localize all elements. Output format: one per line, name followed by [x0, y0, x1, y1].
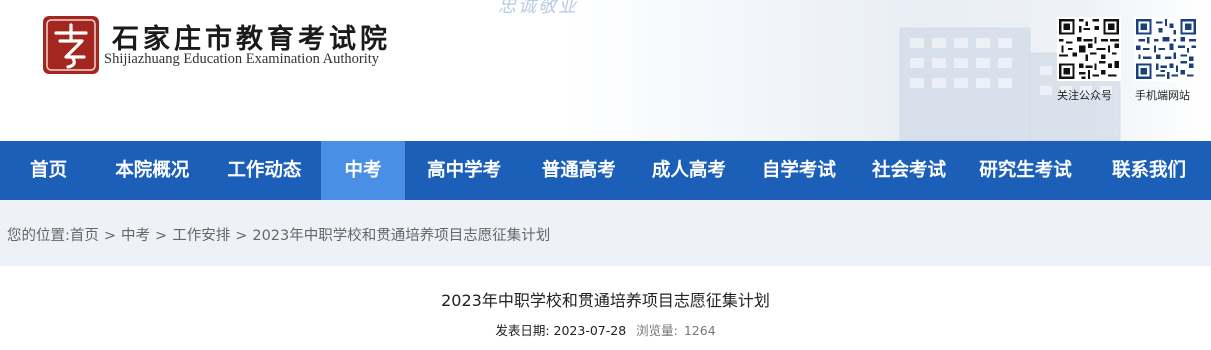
breadcrumb-separator: > — [235, 228, 248, 244]
nav-item-academic-test[interactable]: 高中学考 — [405, 141, 524, 200]
publish-date-label: 发表日期: — [495, 323, 550, 338]
breadcrumb-current: 2023年中职学校和贯通培养项目志愿征集计划 — [252, 228, 551, 244]
nav-item-contact[interactable]: 联系我们 — [1087, 141, 1211, 200]
nav-item-adult-exam[interactable]: 成人高考 — [634, 141, 744, 200]
view-count: 1264 — [683, 323, 716, 338]
header-slogan: 忠诚敬业 — [498, 0, 578, 17]
nav-item-self-study-exam[interactable]: 自学考试 — [744, 141, 854, 200]
nav-item-news[interactable]: 工作动态 — [207, 141, 321, 200]
breadcrumb-link-work-arrangement[interactable]: 工作安排 — [172, 228, 230, 244]
main-nav: 首页 本院概况 工作动态 中考 高中学考 普通高考 成人高考 自学考试 社会考试… — [0, 141, 1211, 200]
wechat-qr-code-icon — [1057, 17, 1121, 81]
breadcrumb-bar: 您的位置:首页 > 中考 > 工作安排 >2023年中职学校和贯通培养项目志愿征集计划 — [0, 200, 1211, 266]
nav-item-gaokao[interactable]: 普通高考 — [524, 141, 634, 200]
breadcrumb-prefix: 您的位置: — [7, 228, 70, 244]
nav-item-about[interactable]: 本院概况 — [97, 141, 207, 200]
article-meta: 发表日期: 2023-07-28 浏览量: 1264 — [0, 320, 1211, 339]
publish-date: 2023-07-28 — [553, 323, 627, 338]
breadcrumb: 您的位置:首页 > 中考 > 工作安排 >2023年中职学校和贯通培养项目志愿征集计划 — [7, 224, 550, 245]
site-logo-icon[interactable] — [42, 15, 100, 75]
nav-item-home[interactable]: 首页 — [0, 141, 97, 200]
breadcrumb-separator: > — [103, 228, 117, 244]
breadcrumb-link-home[interactable]: 首页 — [70, 228, 99, 244]
breadcrumb-separator: > — [155, 228, 168, 244]
site-header: 忠诚敬业 石家庄市教育考试院 Shijiazhuang Education Ex… — [0, 0, 1211, 141]
article-title: 2023年中职学校和贯通培养项目志愿征集计划 — [441, 291, 770, 310]
breadcrumb-link-zhongkao[interactable]: 中考 — [121, 228, 150, 244]
mobile-site-qr-code-icon — [1134, 17, 1198, 81]
nav-item-zhongkao[interactable]: 中考 — [321, 141, 405, 200]
nav-item-graduate-exam[interactable]: 研究生考试 — [964, 141, 1087, 200]
mobile-site-qr-label: 手机端网站 — [1135, 89, 1190, 102]
view-count-label: 浏览量: — [636, 323, 678, 338]
nav-item-social-exam[interactable]: 社会考试 — [854, 141, 964, 200]
wechat-qr-label: 关注公众号 — [1057, 89, 1112, 102]
site-subtitle-en: Shijiazhuang Education Examination Autho… — [104, 51, 380, 67]
